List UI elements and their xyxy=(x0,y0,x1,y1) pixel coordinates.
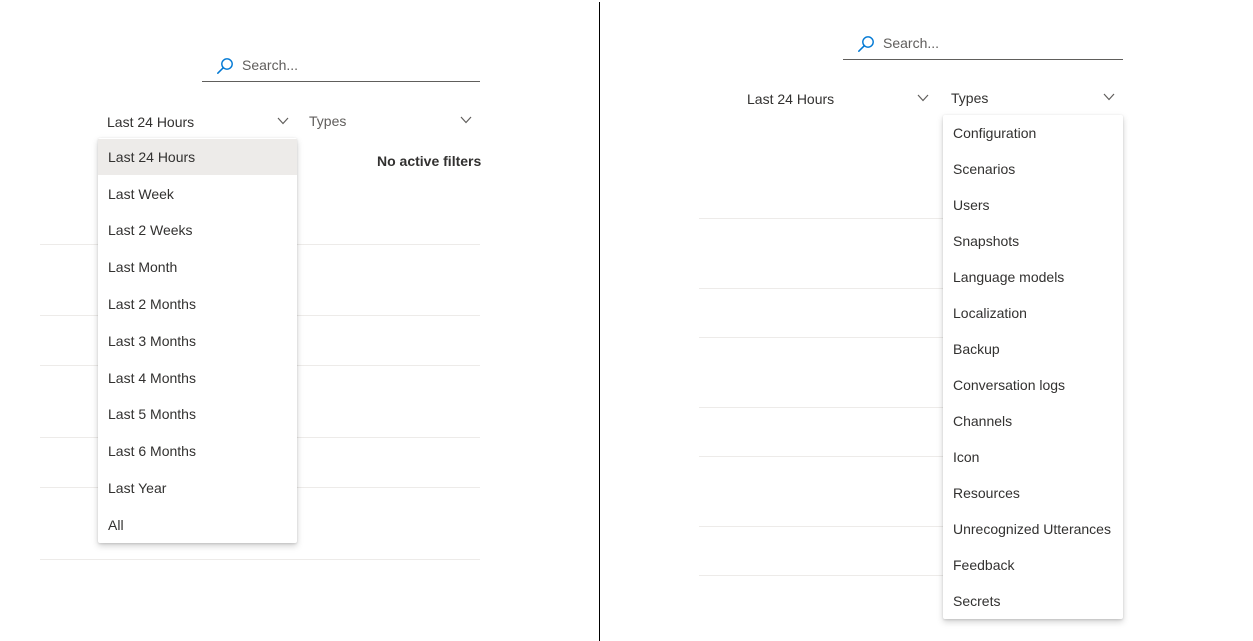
time-option-last-year[interactable]: Last Year xyxy=(98,470,297,506)
left-panel: Last 24 Hours Types No active filters La… xyxy=(0,0,599,641)
time-range-menu: Last 24 Hours Last Week Last 2 Weeks Las… xyxy=(98,138,297,543)
time-option-last-3-months[interactable]: Last 3 Months xyxy=(98,323,297,359)
list-divider xyxy=(699,456,949,457)
type-option-secrets[interactable]: Secrets xyxy=(943,583,1123,619)
search-box[interactable] xyxy=(843,28,1123,60)
list-divider xyxy=(699,407,949,408)
type-option-language-models[interactable]: Language models xyxy=(943,259,1123,295)
list-divider xyxy=(699,288,949,289)
types-dropdown[interactable]: Types xyxy=(299,105,480,137)
time-option-last-5-months[interactable]: Last 5 Months xyxy=(98,396,297,432)
chevron-down-icon xyxy=(460,116,472,124)
types-dropdown[interactable]: Types xyxy=(941,82,1123,114)
time-range-dropdown[interactable]: Last 24 Hours xyxy=(737,83,937,115)
type-option-users[interactable]: Users xyxy=(943,187,1123,223)
list-divider xyxy=(699,526,949,527)
time-option-last-24-hours[interactable]: Last 24 Hours xyxy=(98,139,297,175)
type-option-unrecognized-utterances[interactable]: Unrecognized Utterances xyxy=(943,511,1123,547)
search-icon xyxy=(858,36,874,52)
type-option-localization[interactable]: Localization xyxy=(943,295,1123,331)
type-option-configuration[interactable]: Configuration xyxy=(943,115,1123,151)
search-input[interactable] xyxy=(242,50,472,80)
type-option-snapshots[interactable]: Snapshots xyxy=(943,223,1123,259)
type-option-resources[interactable]: Resources xyxy=(943,475,1123,511)
chevron-down-icon xyxy=(1103,93,1115,101)
right-panel: Last 24 Hours Types Configuration Scenar… xyxy=(600,0,1253,641)
search-box[interactable] xyxy=(202,50,480,82)
time-option-last-6-months[interactable]: Last 6 Months xyxy=(98,433,297,469)
time-range-dropdown[interactable]: Last 24 Hours xyxy=(97,106,297,138)
type-option-icon[interactable]: Icon xyxy=(943,439,1123,475)
type-option-feedback[interactable]: Feedback xyxy=(943,547,1123,583)
search-icon xyxy=(217,58,233,74)
types-menu: Configuration Scenarios Users Snapshots … xyxy=(943,115,1123,619)
search-input[interactable] xyxy=(883,28,1113,58)
time-option-last-4-months[interactable]: Last 4 Months xyxy=(98,360,297,396)
type-option-channels[interactable]: Channels xyxy=(943,403,1123,439)
time-option-all[interactable]: All xyxy=(98,507,297,543)
type-option-conversation-logs[interactable]: Conversation logs xyxy=(943,367,1123,403)
chevron-down-icon xyxy=(277,117,289,125)
list-divider xyxy=(40,559,480,560)
type-option-scenarios[interactable]: Scenarios xyxy=(943,151,1123,187)
chevron-down-icon xyxy=(917,94,929,102)
types-dropdown-label: Types xyxy=(951,90,989,106)
time-range-dropdown-value: Last 24 Hours xyxy=(747,91,835,107)
list-divider xyxy=(699,575,949,576)
time-option-last-month[interactable]: Last Month xyxy=(98,249,297,285)
time-option-last-week[interactable]: Last Week xyxy=(98,176,297,212)
time-option-last-2-weeks[interactable]: Last 2 Weeks xyxy=(98,212,297,248)
no-active-filters-text: No active filters xyxy=(377,153,482,169)
type-option-backup[interactable]: Backup xyxy=(943,331,1123,367)
list-divider xyxy=(699,218,949,219)
time-option-last-2-months[interactable]: Last 2 Months xyxy=(98,286,297,322)
time-range-dropdown-value: Last 24 Hours xyxy=(107,114,195,130)
list-divider xyxy=(699,337,949,338)
types-dropdown-placeholder: Types xyxy=(309,113,347,129)
